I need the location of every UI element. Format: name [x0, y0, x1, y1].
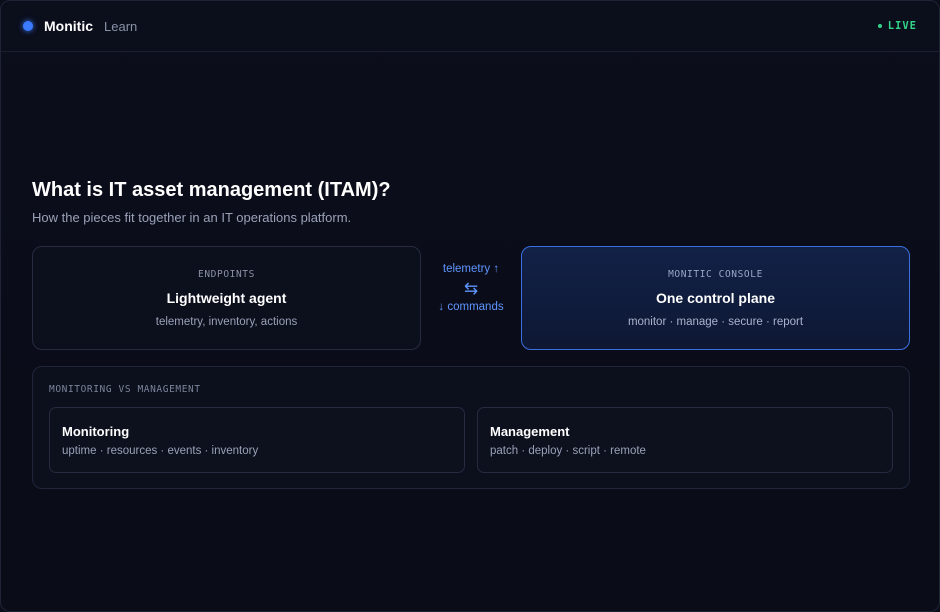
comparison-panel: MONITORING VS MANAGEMENT Monitoring upti…	[32, 366, 910, 489]
monitoring-card: Monitoring uptime · resources · events ·…	[49, 407, 465, 473]
page-title: What is IT asset management (ITAM)?	[32, 179, 391, 201]
commands-flow-label: ↓ commands	[438, 301, 504, 313]
endpoints-description: telemetry, inventory, actions	[155, 316, 298, 328]
telemetry-flow-label: telemetry ↑	[442, 263, 500, 275]
console-description: monitor · manage · secure · report	[627, 316, 804, 328]
nav-learn-link[interactable]: Learn	[104, 19, 137, 34]
endpoints-kicker: ENDPOINTS	[198, 269, 255, 280]
management-card: Management patch · deploy · script · rem…	[477, 407, 893, 473]
status-dot-icon	[877, 24, 882, 28]
console-kicker: MONITIC CONSOLE	[668, 269, 763, 280]
console-title: One control plane	[655, 290, 775, 306]
live-status-label: LIVE	[887, 20, 917, 32]
brand-name[interactable]: Monitic	[44, 18, 93, 34]
endpoints-card: ENDPOINTS Lightweight agent telemetry, i…	[32, 246, 421, 350]
page-subtitle: How the pieces fit together in an IT ope…	[32, 210, 352, 225]
comparison-kicker: MONITORING VS MANAGEMENT	[49, 384, 201, 395]
monitoring-description: uptime · resources · events · inventory	[62, 445, 259, 457]
app-window: Monitic Learn LIVE What is IT asset mana…	[0, 0, 940, 612]
monitoring-title: Monitoring	[62, 424, 130, 439]
top-bar: Monitic Learn LIVE	[1, 1, 939, 52]
brand-dot-icon	[23, 21, 33, 31]
endpoints-title: Lightweight agent	[166, 290, 287, 306]
management-description: patch · deploy · script · remote	[490, 445, 646, 457]
live-status-badge: LIVE	[877, 20, 917, 32]
console-card: MONITIC CONSOLE One control plane monito…	[521, 246, 910, 350]
data-flow-indicator: telemetry ↑ ⇆ ↓ commands	[421, 263, 521, 313]
management-title: Management	[490, 424, 570, 439]
bidirectional-arrows-icon: ⇆	[463, 279, 479, 298]
